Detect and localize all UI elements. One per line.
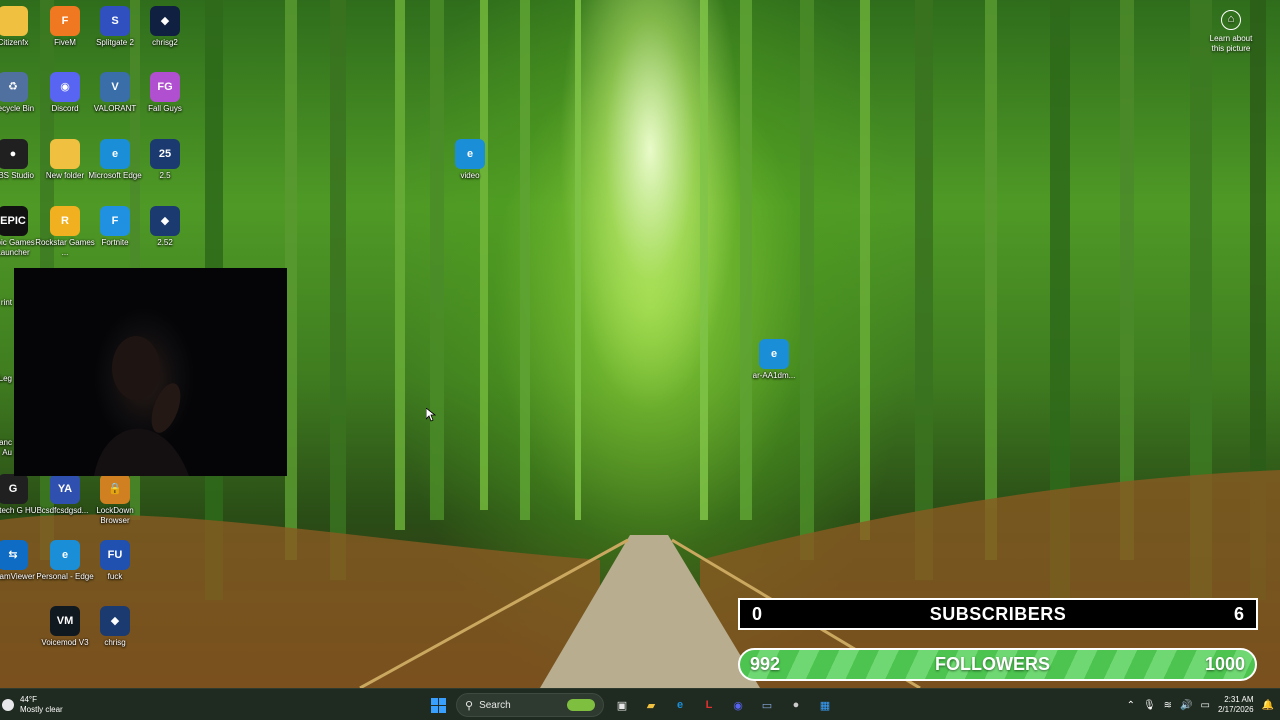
desktop-icon-label: LockDown Browser xyxy=(96,506,134,525)
camera-icon: ⌂ xyxy=(1221,10,1241,30)
taskbar-search[interactable]: ⚲ Search xyxy=(456,693,604,717)
app-icon: VM xyxy=(50,606,80,636)
desktop-icon-label: fuck xyxy=(107,572,123,581)
webcam-overlay xyxy=(14,268,287,476)
notification-bell-icon[interactable]: 🔔 xyxy=(1262,700,1274,711)
partial-desktop-icon-label[interactable]: ranc Au xyxy=(0,438,12,458)
app-icon: FU xyxy=(100,540,130,570)
desktop-icon[interactable]: 25 2.5 xyxy=(132,139,198,181)
desktop-icon[interactable]: ◆ chrisg xyxy=(82,606,148,648)
app-icon: ♻ xyxy=(0,72,28,102)
subscriber-goal-bar: 0 SUBSCRIBERS 6 xyxy=(738,598,1258,630)
wifi-icon[interactable]: ≋ xyxy=(1164,700,1172,711)
app-icon: 25 xyxy=(150,139,180,169)
app-icon: e xyxy=(100,139,130,169)
taskbar-app-task-view-icon[interactable]: ▣ xyxy=(610,693,634,717)
app-icon: FG xyxy=(150,72,180,102)
follower-count: 992 xyxy=(750,654,781,674)
app-icon xyxy=(0,6,28,36)
desktop-icon-label: chrisg2 xyxy=(152,38,178,47)
search-icon: ⚲ xyxy=(465,699,474,712)
taskbar-app-discord-icon[interactable]: ◉ xyxy=(726,693,750,717)
windows-logo-icon xyxy=(430,697,446,713)
app-icon: S xyxy=(100,6,130,36)
desktop-icon-label: 2.5 xyxy=(159,171,171,180)
taskbar-app-lockdown-l-icon[interactable]: L xyxy=(697,693,721,717)
app-icon: R xyxy=(50,206,80,236)
pinned-apps: ▣ ▰ e L ◉ ▭ ● ▦ xyxy=(610,693,837,717)
app-icon: EPIC xyxy=(0,206,28,236)
system-tray: ⌃ 🎙 ≋ 🔊 ▭ 2:31 AM 2/17/2026 🔔 xyxy=(1127,692,1274,718)
app-icon: e xyxy=(50,540,80,570)
subscriber-count: 0 xyxy=(752,603,763,624)
app-icon: ◆ xyxy=(150,6,180,36)
desktop-icon[interactable]: ◆ 2.52 xyxy=(132,206,198,248)
subscriber-goal: 6 xyxy=(1233,603,1244,624)
app-icon: 🔒 xyxy=(100,474,130,504)
taskbar: 44°F Mostly clear ⚲ Search ▣ ▰ e L ◉ ▭ ● ▦ ⌃ 🎙 … xyxy=(0,688,1280,720)
taskbar-app-terminal-icon[interactable]: ▭ xyxy=(755,693,779,717)
app-icon: F xyxy=(100,206,130,236)
app-icon: V xyxy=(100,72,130,102)
desktop-icon[interactable]: FU fuck xyxy=(82,540,148,582)
app-icon: e xyxy=(759,339,789,369)
desktop-icon[interactable]: e ar-AA1dm... xyxy=(741,339,807,381)
weather-desc: Mostly clear xyxy=(20,705,63,714)
taskbar-app-media-icon[interactable]: ▦ xyxy=(813,693,837,717)
volume-icon[interactable]: 🔊 xyxy=(1180,700,1192,711)
desktop-icon[interactable]: 🔒 LockDown Browser xyxy=(82,474,148,526)
follower-goal: 1000 xyxy=(1204,654,1245,674)
taskbar-app-obs-icon[interactable]: ● xyxy=(784,693,808,717)
clock-time: 2:31 AM xyxy=(1224,695,1254,704)
taskbar-center: ⚲ Search ▣ ▰ e L ◉ ▭ ● ▦ xyxy=(426,692,837,718)
microphone-icon[interactable]: 🎙 xyxy=(1143,700,1156,711)
app-icon: G xyxy=(0,474,28,504)
taskbar-app-edge-icon[interactable]: e xyxy=(668,693,692,717)
app-icon: ◆ xyxy=(100,606,130,636)
search-label: Search xyxy=(479,699,511,711)
app-icon xyxy=(50,139,80,169)
desktop-icon[interactable]: FG Fall Guys xyxy=(132,72,198,114)
start-button[interactable] xyxy=(426,693,450,717)
desktop-icon[interactable]: e video xyxy=(437,139,503,181)
app-icon: ◆ xyxy=(150,206,180,236)
battery-icon[interactable]: ▭ xyxy=(1201,700,1210,711)
desktop-icon-label: 2.52 xyxy=(157,238,173,247)
app-icon: F xyxy=(50,6,80,36)
desktop-icon-label: ar-AA1dm... xyxy=(752,371,796,380)
partial-desktop-icon-label[interactable]: Leg xyxy=(0,374,12,384)
desktop-icon-label: Fall Guys xyxy=(148,104,182,113)
clock-date: 2/17/2026 xyxy=(1217,705,1254,714)
desktop-icon-label: chrisg xyxy=(104,638,126,647)
weather-widget[interactable]: 44°F Mostly clear xyxy=(2,693,63,717)
follower-goal-bar: 992 FOLLOWERS 1000 xyxy=(738,648,1257,681)
follower-title: FOLLOWERS xyxy=(935,654,1050,674)
desktop-icon-label: video xyxy=(460,171,480,180)
weather-temp: 44°F xyxy=(20,695,37,704)
moon-icon xyxy=(2,699,14,711)
app-icon: ⇆ xyxy=(0,540,28,570)
learn-about-picture[interactable]: ⌂ Learn about this picture xyxy=(1204,10,1258,54)
desktop-icon[interactable]: ◆ chrisg2 xyxy=(132,6,198,48)
app-icon: YA xyxy=(50,474,80,504)
app-icon: ◉ xyxy=(50,72,80,102)
app-icon: e xyxy=(455,139,485,169)
taskbar-app-file-explorer-icon[interactable]: ▰ xyxy=(639,693,663,717)
search-highlight-icon xyxy=(567,699,595,711)
chevron-up-icon[interactable]: ⌃ xyxy=(1127,700,1135,711)
partial-desktop-icon-label[interactable]: rint xyxy=(0,298,12,308)
clock[interactable]: 2:31 AM 2/17/2026 xyxy=(1218,695,1254,715)
mouse-cursor-icon xyxy=(426,408,436,422)
webcam-person xyxy=(94,336,189,476)
app-icon: ● xyxy=(0,139,28,169)
subscriber-title: SUBSCRIBERS xyxy=(929,603,1067,624)
